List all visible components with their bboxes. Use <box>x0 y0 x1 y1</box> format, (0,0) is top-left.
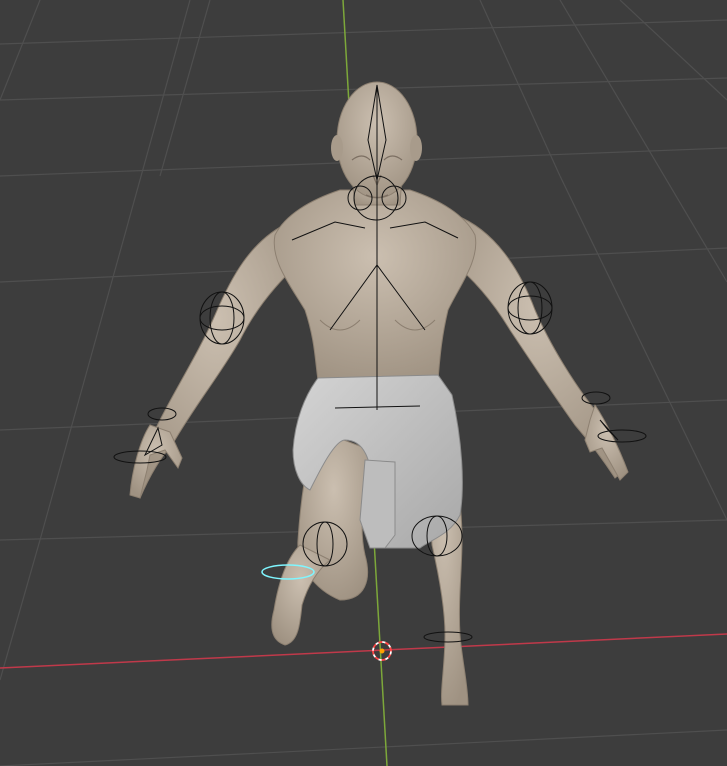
viewport-canvas[interactable] <box>0 0 727 766</box>
3d-viewport[interactable] <box>0 0 727 766</box>
character-mesh[interactable] <box>129 81 629 706</box>
torso[interactable] <box>273 189 477 381</box>
right-hand[interactable] <box>584 403 629 481</box>
left-foot[interactable] <box>271 544 331 646</box>
left-arm[interactable] <box>132 221 301 499</box>
left-ear <box>331 135 343 161</box>
right-ear <box>410 135 422 161</box>
cloth-panel <box>359 459 396 549</box>
x-axis-line <box>0 633 727 669</box>
